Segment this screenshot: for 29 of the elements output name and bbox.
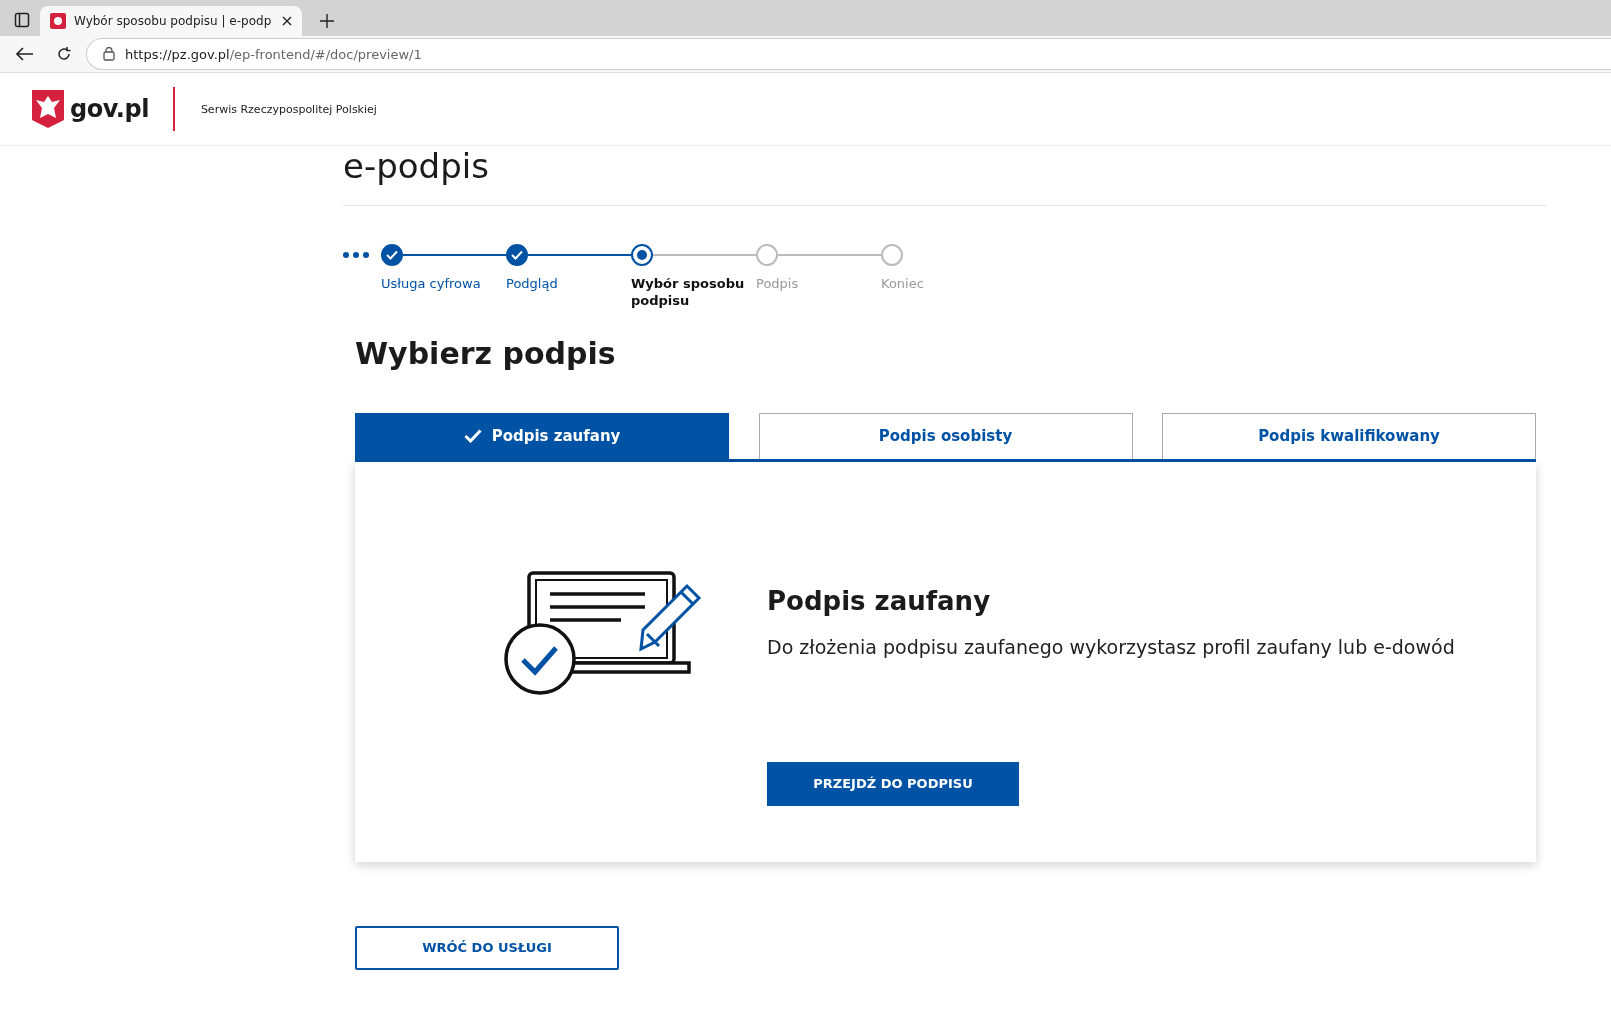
url-text: https://pz.gov.pl/ep-frontend/#/doc/preview/1 [125, 46, 422, 62]
signature-tab[interactable]: Podpis zaufany [355, 412, 729, 459]
address-bar[interactable]: https://pz.gov.pl/ep-frontend/#/doc/preview/1 [86, 38, 1611, 70]
step-label: Koniec [881, 275, 925, 293]
back-arrow-icon[interactable] [16, 47, 34, 61]
browser-tab[interactable]: Wybór sposobu podpisu | e-podp [40, 6, 302, 36]
logo-text[interactable]: gov.pl [70, 95, 149, 123]
card-title: Podpis zaufany [767, 585, 992, 616]
check-icon [463, 429, 482, 444]
emblem-icon [50, 13, 66, 29]
proceed-button[interactable]: PRZEJDŹ DO PODPISU [767, 761, 1019, 806]
sidebar-icon[interactable] [14, 12, 30, 28]
step-label[interactable]: Usługa cyfrowa [381, 275, 496, 293]
site-tagline: Serwis Rzeczypospolitej Polskiej [200, 102, 377, 116]
step-label: Wybór sposobu podpisu [631, 275, 746, 310]
step-label[interactable]: Podgląd [506, 275, 621, 293]
step-label: Podpis [756, 275, 800, 293]
signature-tab[interactable]: Podpis osobisty [758, 412, 1133, 459]
reload-icon[interactable] [56, 46, 72, 62]
page-title: e-podpis [343, 146, 1546, 206]
section-heading: Wybierz podpis [355, 335, 617, 371]
signature-tab[interactable]: Podpis kwalifikowany [1162, 412, 1536, 459]
lock-icon [103, 47, 115, 61]
tab-title: Wybór sposobu podpisu | e-podp [74, 14, 273, 28]
close-icon[interactable] [282, 16, 292, 26]
plus-icon[interactable] [320, 14, 334, 28]
card-description: Do złożenia podpisu zaufanego wykorzystasz profil zaufany lub e-dowód [767, 635, 1455, 658]
back-button[interactable]: WRÓĆ DO USŁUGI [355, 925, 619, 970]
more-steps-icon[interactable] [343, 251, 369, 258]
